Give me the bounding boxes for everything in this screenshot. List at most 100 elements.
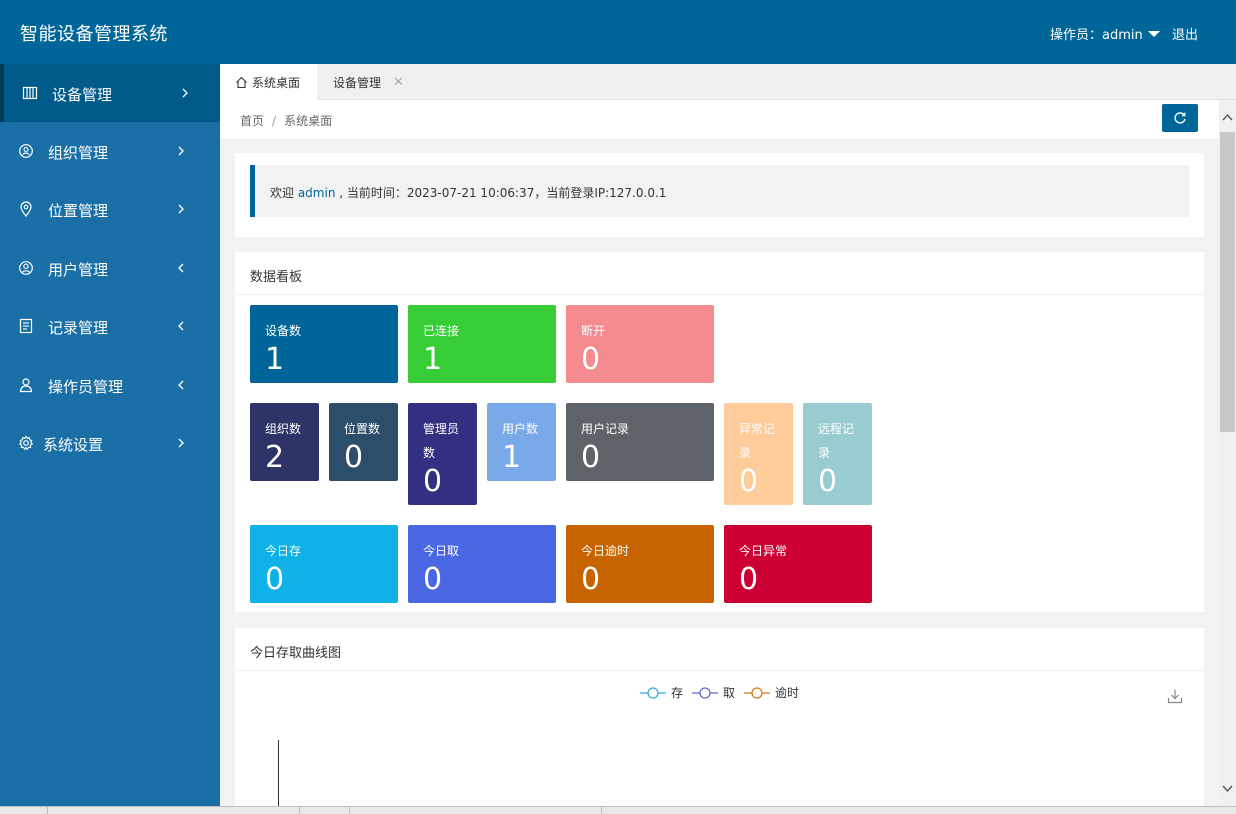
- sidebar-item-label: 记录管理: [48, 319, 109, 337]
- stat-label: 设备数: [265, 324, 302, 338]
- columns-icon: [22, 86, 38, 100]
- stat-card-abnormal-records[interactable]: 异常记录 0: [724, 403, 793, 505]
- stat-card-today-deposit[interactable]: 今日存 0: [250, 525, 398, 603]
- chevron-left-icon: [178, 263, 184, 273]
- stat-value: 1: [265, 342, 285, 377]
- tab-desktop[interactable]: 系统桌面: [220, 64, 317, 100]
- stat-label: 管理员数: [423, 422, 460, 460]
- stat-value: 0: [344, 440, 364, 475]
- stat-card-connected[interactable]: 已连接 1: [408, 305, 556, 383]
- stat-card-devices[interactable]: 设备数 1: [250, 305, 398, 383]
- strip-segment: [0, 807, 48, 814]
- record-book-icon: [19, 318, 33, 334]
- bottom-status-strip: [0, 806, 1236, 814]
- divider: [235, 294, 1204, 295]
- stat-label: 位置数: [344, 422, 381, 436]
- app-title: 智能设备管理系统: [20, 24, 168, 45]
- stat-label: 远程记录: [818, 422, 855, 460]
- stat-value: 0: [739, 562, 759, 597]
- gear-icon: [18, 435, 34, 451]
- stat-card-disconnected[interactable]: 断开 0: [566, 305, 714, 383]
- chart-y-axis: [278, 740, 279, 810]
- stat-label: 异常记录: [739, 422, 776, 460]
- stat-value: 2: [265, 440, 285, 475]
- logout-link[interactable]: 退出: [1172, 24, 1198, 43]
- legend-item-deposit[interactable]: 存: [640, 684, 683, 701]
- chart-panel: 今日存取曲线图 存 取 逾时: [235, 628, 1204, 810]
- breadcrumb-home[interactable]: 首页: [240, 114, 264, 128]
- legend-label: 逾时: [775, 686, 800, 700]
- breadcrumb-bar: 首页 / 系统桌面: [220, 100, 1219, 140]
- sidebar-item-organization[interactable]: 组织管理: [0, 122, 220, 180]
- sidebar-item-settings[interactable]: 系统设置: [0, 414, 220, 472]
- sidebar-item-label: 设备管理: [52, 86, 113, 104]
- dashboard-title: 数据看板: [250, 270, 303, 285]
- stat-card-users[interactable]: 用户数 1: [487, 403, 556, 481]
- close-icon[interactable]: ✕: [393, 75, 404, 90]
- chevron-left-icon: [178, 380, 184, 390]
- sidebar-item-label: 用户管理: [48, 261, 109, 279]
- scroll-up-icon[interactable]: [1222, 112, 1233, 123]
- app-root: 智能设备管理系统 操作员：admin 退出 设备管理 组织管理 位置管理 用户管…: [0, 0, 1236, 814]
- chevron-right-icon: [178, 146, 184, 156]
- welcome-info: , 当前时间：2023-07-21 10:06:37，当前登录IP:127.0.…: [335, 186, 667, 200]
- stat-value: 0: [581, 440, 601, 475]
- download-icon[interactable]: [1167, 688, 1183, 704]
- stat-card-today-abnormal[interactable]: 今日异常 0: [724, 525, 872, 603]
- user-circle-icon: [19, 261, 33, 275]
- stat-card-remote-records[interactable]: 远程记录 0: [803, 403, 872, 505]
- sidebar-item-location[interactable]: 位置管理: [0, 180, 220, 238]
- breadcrumb: 首页 / 系统桌面: [240, 112, 332, 129]
- refresh-icon: [1174, 112, 1186, 124]
- tab-bar: 系统桌面 设备管理 ✕: [220, 64, 1236, 100]
- stat-label: 断开: [581, 324, 606, 338]
- legend-item-overdue[interactable]: 逾时: [744, 684, 799, 701]
- stat-label: 今日存: [265, 544, 302, 558]
- stat-value: 1: [502, 440, 522, 475]
- sidebar-item-record[interactable]: 记录管理: [0, 297, 220, 355]
- sidebar-item-device[interactable]: 设备管理: [0, 64, 220, 122]
- chevron-left-icon: [178, 321, 184, 331]
- tab-label: 设备管理: [333, 75, 382, 90]
- chart-title: 今日存取曲线图: [250, 646, 342, 661]
- legend-marker: [744, 686, 770, 699]
- stat-card-organizations[interactable]: 组织数 2: [250, 403, 319, 481]
- stat-value: 1: [423, 342, 443, 377]
- stat-label: 今日异常: [739, 544, 788, 558]
- operator-label: 操作员：admin: [1050, 28, 1143, 43]
- stat-card-today-withdraw[interactable]: 今日取 0: [408, 525, 556, 603]
- chevron-right-icon: [178, 204, 184, 214]
- legend-marker: [692, 686, 718, 699]
- stat-card-user-records[interactable]: 用户记录 0: [566, 403, 714, 481]
- stat-label: 今日逾时: [581, 544, 630, 558]
- refresh-button[interactable]: [1162, 104, 1198, 132]
- welcome-prefix: 欢迎: [270, 186, 298, 200]
- tab-label: 系统桌面: [252, 75, 301, 90]
- sidebar-item-operator[interactable]: 操作员管理: [0, 356, 220, 414]
- scroll-down-icon[interactable]: [1222, 783, 1233, 794]
- sidebar-item-user[interactable]: 用户管理: [0, 239, 220, 297]
- top-header: 智能设备管理系统 操作员：admin 退出: [0, 0, 1236, 64]
- location-pin-icon: [20, 201, 32, 217]
- stat-value: 0: [739, 464, 759, 499]
- sidebar-item-label: 系统设置: [43, 436, 104, 454]
- chevron-right-icon: [182, 88, 188, 98]
- tab-device-management[interactable]: 设备管理 ✕: [317, 64, 417, 100]
- vertical-scrollbar[interactable]: [1219, 100, 1236, 806]
- operator-menu[interactable]: 操作员：admin: [1050, 24, 1160, 43]
- stat-card-today-overdue[interactable]: 今日逾时 0: [566, 525, 714, 603]
- strip-segment: [350, 807, 602, 814]
- stat-value: 0: [581, 562, 601, 597]
- legend-item-withdraw[interactable]: 取: [692, 684, 735, 701]
- welcome-username[interactable]: admin: [298, 186, 336, 200]
- stat-value: 0: [423, 562, 443, 597]
- organization-icon: [19, 144, 33, 158]
- breadcrumb-separator: /: [272, 114, 277, 128]
- sidebar-item-label: 操作员管理: [48, 378, 124, 396]
- stat-card-locations[interactable]: 位置数 0: [329, 403, 398, 481]
- scrollbar-thumb[interactable]: [1220, 132, 1235, 432]
- caret-down-icon: [1147, 30, 1160, 37]
- welcome-panel: 欢迎 admin , 当前时间：2023-07-21 10:06:37，当前登录…: [235, 153, 1204, 237]
- legend-label: 存: [671, 686, 684, 700]
- stat-card-admins[interactable]: 管理员数 0: [408, 403, 477, 505]
